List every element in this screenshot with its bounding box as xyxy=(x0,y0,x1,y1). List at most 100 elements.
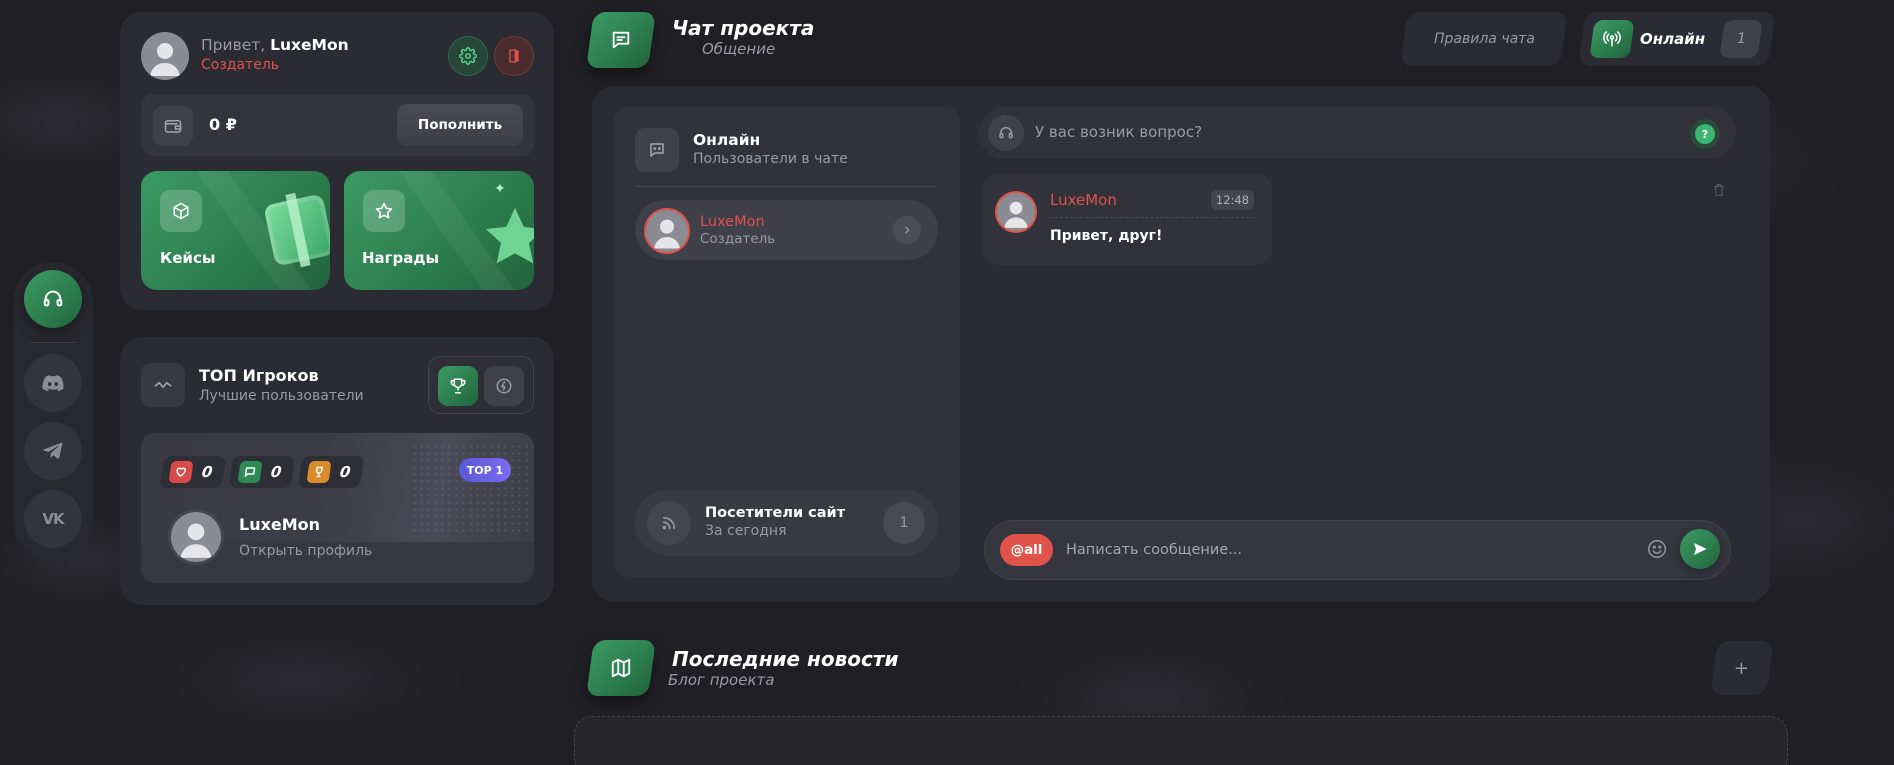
balance-amount: 0 ₽ xyxy=(209,115,237,134)
visitors-subtitle: За сегодня xyxy=(705,523,787,539)
online-user-avatar xyxy=(646,210,688,252)
chat-header-icon-box xyxy=(586,12,656,68)
trophy-icon-box xyxy=(306,461,332,483)
headset-icon xyxy=(998,125,1014,141)
visitors-title: Посетители сайт xyxy=(705,505,846,521)
question-help-button[interactable]: ? xyxy=(1690,119,1720,149)
settings-button[interactable] xyxy=(448,36,488,76)
bolt-circle-icon xyxy=(495,377,513,395)
online-user-open-button[interactable] xyxy=(893,216,921,244)
top-players-icon-box xyxy=(141,363,185,407)
profile-username[interactable]: LuxeMon xyxy=(270,36,349,54)
heart-icon xyxy=(176,467,186,477)
vk-button[interactable]: VK xyxy=(24,490,82,548)
bolt-tab-button[interactable] xyxy=(484,366,524,406)
chevron-right-icon xyxy=(902,225,912,235)
online-user-role: Создатель xyxy=(700,231,776,247)
top-rank-badge: TOP 1 xyxy=(459,458,511,482)
logout-button[interactable] xyxy=(494,36,534,76)
rewards-icon-box xyxy=(363,190,405,232)
activity-icon xyxy=(154,378,172,392)
trophy-small-icon xyxy=(315,466,323,478)
trophy-tab-button[interactable] xyxy=(438,366,478,406)
online-panel-title: Онлайн xyxy=(693,131,761,149)
heart-icon-box xyxy=(168,461,194,483)
message-input[interactable] xyxy=(1066,534,1636,566)
message-author[interactable]: LuxeMon xyxy=(1050,191,1117,209)
help-badge: ? xyxy=(1695,124,1715,144)
online-user-name: LuxeMon xyxy=(700,214,765,230)
broadcast-icon xyxy=(1603,30,1621,48)
greeting-text: Привет, xyxy=(201,36,266,54)
send-button[interactable] xyxy=(1680,529,1720,569)
trophy-icon xyxy=(449,377,467,395)
gear-icon xyxy=(459,47,477,65)
message-avatar[interactable] xyxy=(997,193,1035,231)
message-time: 12:48 xyxy=(1211,190,1254,210)
likes-stat: 0 xyxy=(159,456,227,488)
discord-button[interactable] xyxy=(24,354,82,412)
open-profile-link[interactable]: Открыть профиль xyxy=(239,543,372,559)
support-button[interactable] xyxy=(24,270,82,328)
question-text: У вас возник вопрос? xyxy=(1035,123,1203,141)
chat-rules-label: Правила чата xyxy=(1433,31,1535,47)
chat-square-icon xyxy=(648,141,666,159)
smile-icon xyxy=(1646,538,1670,560)
trophies-count: 0 xyxy=(338,463,352,481)
topup-button[interactable]: Пополнить xyxy=(397,104,523,146)
visitors-count-circle: 1 xyxy=(883,502,925,544)
message-icon-box xyxy=(237,461,263,483)
online-icon-tile xyxy=(635,128,679,172)
message-text: Привет, друг! xyxy=(1050,228,1163,244)
messages-stat: 0 xyxy=(228,456,296,488)
banner-dots xyxy=(411,443,531,533)
sidebar-divider xyxy=(30,342,76,343)
greeting-line: Привет, LuxeMon xyxy=(201,36,349,54)
online-panel-subtitle: Пользователи в чате xyxy=(693,151,848,167)
rewards-label: Награды xyxy=(362,249,440,267)
top-player-avatar[interactable] xyxy=(171,512,221,562)
add-news-button[interactable]: + xyxy=(1710,641,1774,695)
user-silhouette-icon xyxy=(171,512,221,562)
visitors-count: 1 xyxy=(899,515,909,531)
star-icon xyxy=(375,202,393,220)
add-news-label: + xyxy=(1734,657,1750,679)
user-silhouette-icon xyxy=(141,32,189,80)
box-icon xyxy=(172,202,190,220)
messages-count: 0 xyxy=(269,463,283,481)
online-icon-box xyxy=(1589,20,1635,58)
top-players-subtitle: Лучшие пользователи xyxy=(199,388,364,404)
likes-count: 0 xyxy=(200,463,214,481)
chat-title: Чат проекта xyxy=(672,16,815,40)
sparkle-decoration: ✦ xyxy=(494,181,506,197)
message-icon xyxy=(244,467,256,477)
delete-message-button[interactable] xyxy=(1712,182,1728,200)
door-exit-icon xyxy=(506,48,522,64)
cases-label: Кейсы xyxy=(160,249,216,267)
mention-all-button[interactable]: @all xyxy=(1000,534,1053,566)
visitors-icon-circle xyxy=(647,501,691,545)
telegram-button[interactable] xyxy=(24,422,82,480)
news-container xyxy=(574,716,1788,765)
news-title: Последние новости xyxy=(672,647,899,671)
headset-icon xyxy=(42,288,64,310)
top-player-name[interactable]: LuxeMon xyxy=(239,515,320,534)
online-label: Онлайн xyxy=(1640,30,1706,48)
message-divider xyxy=(1050,217,1254,218)
chat-rules-button[interactable]: Правила чата xyxy=(1400,12,1568,66)
user-avatar[interactable] xyxy=(141,32,189,80)
vk-icon: VK xyxy=(42,510,64,528)
user-silhouette-icon xyxy=(646,210,688,252)
chat-bubble-icon xyxy=(610,29,632,51)
telegram-icon xyxy=(43,442,63,460)
trash-icon xyxy=(1712,182,1728,198)
trophies-stat: 0 xyxy=(297,456,365,488)
wallet-icon xyxy=(164,118,182,134)
online-count: 1 xyxy=(1736,31,1746,47)
online-panel-divider xyxy=(635,186,937,187)
profile-role: Создатель xyxy=(201,57,280,73)
topup-label: Пополнить xyxy=(417,117,503,133)
send-arrow-icon xyxy=(1692,541,1708,557)
question-icon-circle xyxy=(988,115,1024,151)
emoji-button[interactable] xyxy=(1646,538,1670,562)
